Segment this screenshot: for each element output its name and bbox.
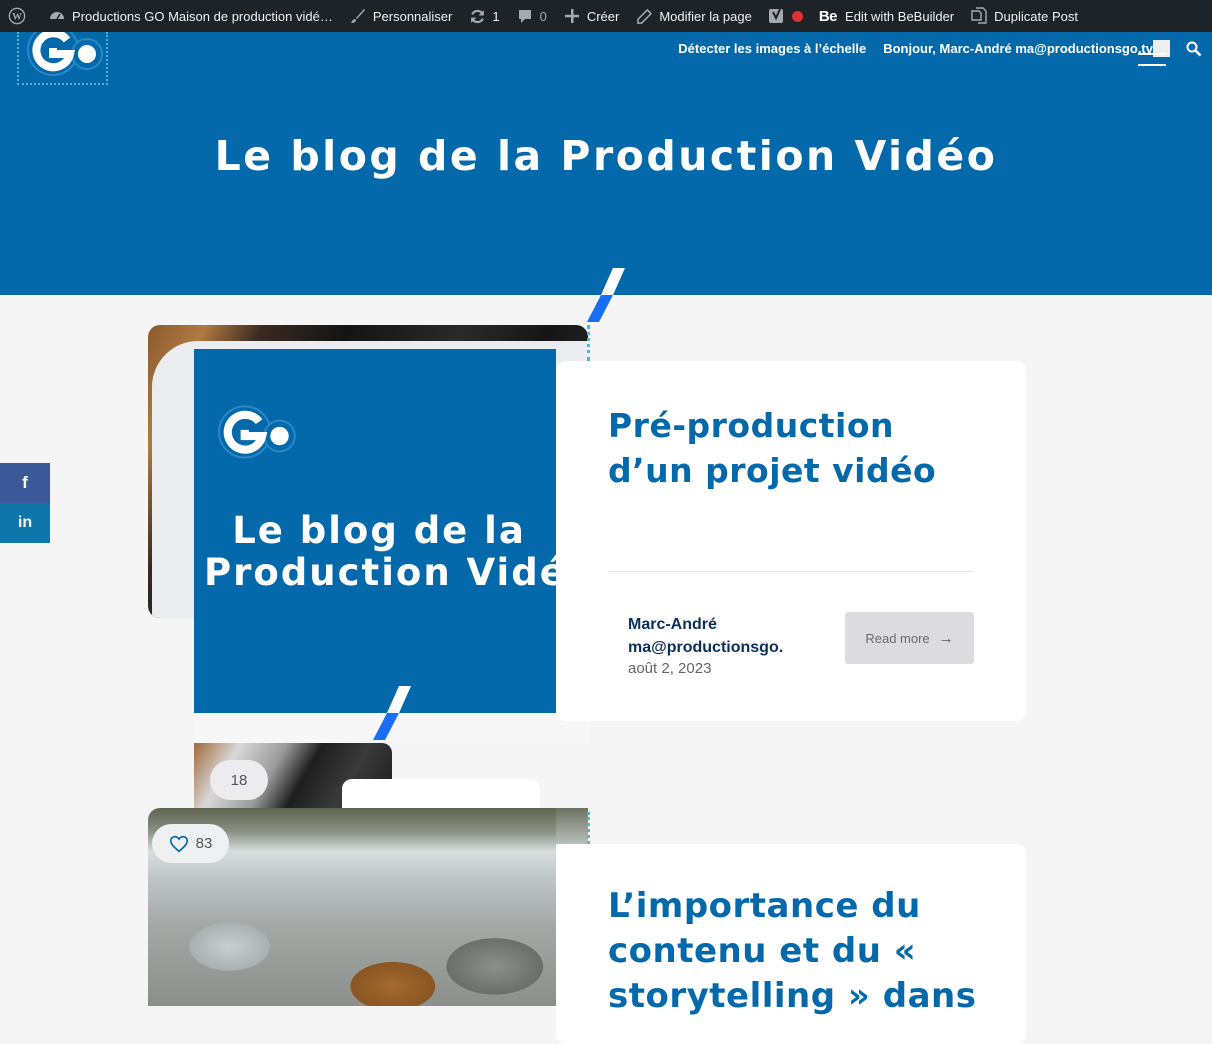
post-title-link[interactable]: L’importance du contenu et du « storytel…: [608, 884, 988, 1019]
updates-link[interactable]: 1: [460, 0, 507, 32]
duplicate-label: Duplicate Post: [994, 8, 1078, 24]
like-button[interactable]: 83: [152, 824, 229, 863]
wordpress-icon: W: [8, 7, 26, 25]
post-date: août 2, 2023: [628, 660, 712, 677]
facebook-icon: f: [22, 473, 28, 492]
bebuilder-link[interactable]: Be Edit with BeBuilder: [811, 0, 962, 32]
comment-icon: [516, 7, 534, 25]
facebook-share-button[interactable]: f: [0, 463, 50, 503]
bebuilder-icon: Be: [818, 7, 838, 25]
read-more-label: Read more: [865, 630, 930, 646]
dotted-guide: [587, 325, 590, 361]
linkedin-share-button[interactable]: in: [0, 503, 50, 543]
search-icon[interactable]: [1186, 41, 1202, 57]
site-logo[interactable]: [17, 24, 108, 85]
arrow-right-icon: →: [938, 629, 954, 647]
post-title-link[interactable]: Pré-production d’un projet vidéo: [608, 403, 988, 493]
thumbnail-title-line: Production Vidéo: [204, 551, 564, 594]
new-content-menu[interactable]: Créer: [555, 0, 628, 32]
yoast-menu[interactable]: [760, 0, 811, 32]
wordpress-menu[interactable]: W: [0, 0, 40, 32]
bebuilder-label: Edit with BeBuilder: [845, 8, 955, 24]
dotted-guide: [587, 812, 590, 844]
refresh-icon: [468, 7, 486, 25]
wp-admin-bar: W Productions GO Maison de production vi…: [0, 0, 1212, 32]
post-thumbnail-edge: [556, 808, 588, 844]
plus-icon: [563, 7, 581, 25]
edit-page-link[interactable]: Modifier la page: [627, 0, 760, 32]
site-header: Détecter les images à l’échelle Bonjour,…: [0, 24, 1212, 295]
site-name: Productions GO Maison de production vidé…: [72, 8, 333, 24]
seo-status-dot: [791, 10, 803, 22]
yoast-icon: [768, 7, 786, 25]
comments-count: 0: [539, 8, 547, 24]
site-name-menu[interactable]: Productions GO Maison de production vidé…: [40, 0, 341, 32]
post-author[interactable]: Marc-André ma@productionsgo.: [628, 613, 783, 659]
pencil-icon: [635, 7, 653, 25]
edit-page-label: Modifier la page: [659, 8, 752, 24]
dashboard-icon: [48, 7, 66, 25]
customize-label: Personnaliser: [372, 8, 453, 24]
menu-icon[interactable]: [1138, 53, 1166, 67]
duplicate-icon: [970, 7, 988, 25]
user-greeting-link[interactable]: Bonjour, Marc-André ma@productionsgo.tv: [883, 41, 1153, 56]
customize-link[interactable]: Personnaliser: [341, 0, 461, 32]
author-email: ma@productionsgo.: [628, 639, 784, 656]
paintbrush-icon: [349, 7, 367, 25]
header-nav: Détecter les images à l’échelle Bonjour,…: [678, 40, 1212, 57]
read-more-button[interactable]: Read more →: [845, 612, 974, 664]
like-count: 83: [195, 835, 213, 852]
post-card: L’importance du contenu et du « storytel…: [556, 844, 1026, 1044]
social-share-bar: f in: [0, 463, 50, 543]
duplicate-post-link[interactable]: Duplicate Post: [962, 0, 1086, 32]
go-logo-icon: [218, 405, 296, 459]
slash-decoration-icon: [587, 268, 625, 322]
page-title: Le blog de la Production Vidéo: [214, 132, 998, 180]
svg-text:W: W: [12, 12, 22, 23]
linkedin-icon: in: [17, 514, 33, 531]
detect-images-link[interactable]: Détecter les images à l’échelle: [678, 41, 866, 56]
divider: [608, 571, 974, 572]
post-card: Pré-production d’un projet vidéo Marc-An…: [556, 361, 1026, 721]
new-label: Créer: [586, 8, 620, 24]
go-logo-icon: [27, 24, 103, 76]
comments-link[interactable]: 0: [508, 0, 555, 32]
thumbnail-title-line: Le blog de la: [232, 510, 526, 552]
thumbnail-title: Le blog de la Production Vidéo: [194, 510, 564, 594]
heart-icon: [169, 835, 188, 852]
author-name: Marc-André: [628, 616, 717, 633]
thumbnail-like-count: 18: [210, 760, 268, 800]
updates-count: 1: [492, 8, 500, 24]
slash-decoration-icon: [373, 686, 411, 740]
